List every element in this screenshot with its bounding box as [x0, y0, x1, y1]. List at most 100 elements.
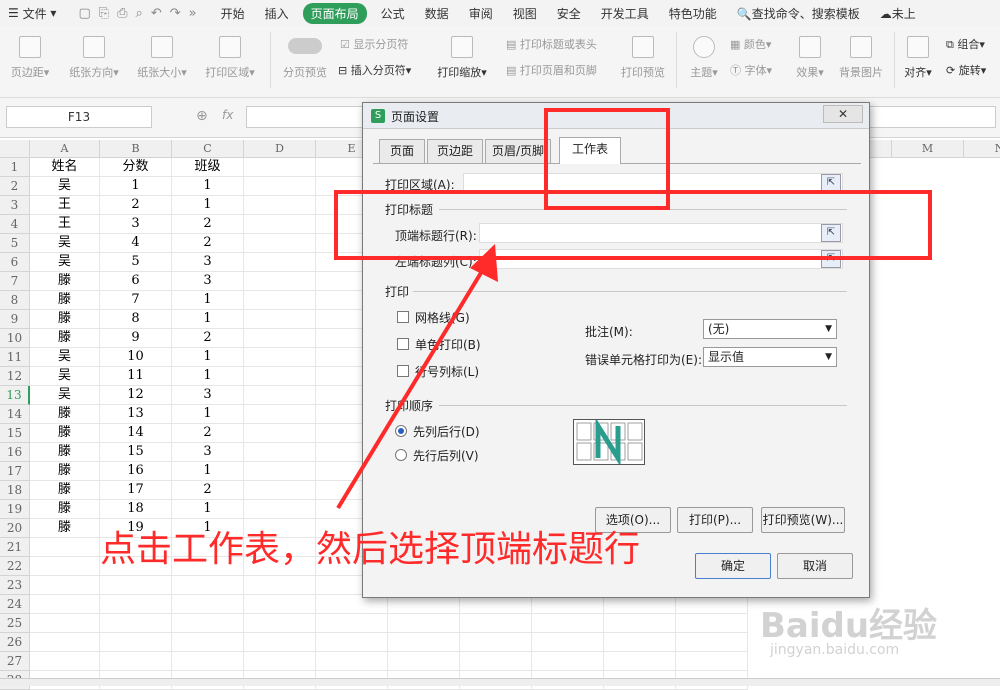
table-cell[interactable]	[100, 633, 172, 652]
table-cell[interactable]	[30, 557, 100, 576]
row-header[interactable]: 4	[0, 215, 30, 234]
column-header[interactable]: N	[964, 140, 1000, 158]
table-cell[interactable]: 14	[100, 424, 172, 443]
table-cell[interactable]: 1	[172, 348, 244, 367]
table-cell[interactable]	[244, 443, 316, 462]
table-cell[interactable]	[532, 652, 604, 671]
insert-page-break-button[interactable]: ⊟ 插入分页符▾	[338, 62, 411, 78]
preview-icon[interactable]: ⌕	[136, 6, 143, 21]
table-cell[interactable]: 滕	[30, 443, 100, 462]
table-cell[interactable]: 1	[172, 405, 244, 424]
table-cell[interactable]	[244, 614, 316, 633]
table-cell[interactable]	[30, 538, 100, 557]
table-cell[interactable]	[244, 272, 316, 291]
table-cell[interactable]	[532, 614, 604, 633]
table-cell[interactable]: 7	[100, 291, 172, 310]
table-cell[interactable]	[30, 614, 100, 633]
table-cell[interactable]	[460, 614, 532, 633]
table-cell[interactable]: 班级	[172, 158, 244, 177]
table-cell[interactable]	[244, 652, 316, 671]
table-cell[interactable]: 17	[100, 481, 172, 500]
table-cell[interactable]: 2	[100, 196, 172, 215]
table-cell[interactable]: 8	[100, 310, 172, 329]
table-cell[interactable]: 1	[172, 500, 244, 519]
table-cell[interactable]	[244, 348, 316, 367]
table-cell[interactable]: 吴	[30, 367, 100, 386]
table-cell[interactable]	[532, 633, 604, 652]
tab-margins[interactable]: 页边距	[427, 139, 483, 163]
table-cell[interactable]: 11	[100, 367, 172, 386]
row-header[interactable]: 27	[0, 652, 30, 671]
table-cell[interactable]	[244, 576, 316, 595]
more-icon[interactable]: »	[189, 6, 197, 21]
column-header[interactable]: A	[30, 140, 100, 158]
table-cell[interactable]: 1	[172, 196, 244, 215]
table-cell[interactable]	[172, 576, 244, 595]
row-header[interactable]: 9	[0, 310, 30, 329]
menu-formulas[interactable]: 公式	[371, 5, 415, 22]
colors-button[interactable]: ▦ 颜色▾	[730, 36, 771, 52]
table-cell[interactable]: 滕	[30, 481, 100, 500]
table-cell[interactable]: 姓名	[30, 158, 100, 177]
menu-developer[interactable]: 开发工具	[591, 5, 659, 22]
menu-data[interactable]: 数据	[415, 5, 459, 22]
name-box[interactable]: F13	[6, 106, 152, 128]
row-header[interactable]: 18	[0, 481, 30, 500]
print-header-footer-button[interactable]: ▤ 打印页眉和页脚	[506, 62, 597, 78]
table-cell[interactable]: 1	[172, 291, 244, 310]
row-header[interactable]: 20	[0, 519, 30, 538]
export-icon[interactable]: ⎘	[99, 6, 109, 21]
print-preview-button[interactable]: 打印预览(W)...	[761, 507, 845, 533]
table-cell[interactable]	[604, 652, 676, 671]
table-cell[interactable]: 滕	[30, 291, 100, 310]
table-cell[interactable]: 3	[172, 386, 244, 405]
table-cell[interactable]	[676, 652, 748, 671]
table-cell[interactable]: 5	[100, 253, 172, 272]
row-header[interactable]: 22	[0, 557, 30, 576]
undo-icon[interactable]: ↶	[151, 6, 162, 21]
table-cell[interactable]: 王	[30, 196, 100, 215]
table-cell[interactable]	[244, 177, 316, 196]
table-cell[interactable]: 3	[100, 215, 172, 234]
table-cell[interactable]: 滕	[30, 310, 100, 329]
menu-insert[interactable]: 插入	[255, 5, 299, 22]
row-header[interactable]: 13	[0, 386, 30, 405]
table-cell[interactable]: 9	[100, 329, 172, 348]
table-cell[interactable]	[316, 614, 388, 633]
table-cell[interactable]	[172, 614, 244, 633]
select-all-corner[interactable]	[0, 140, 30, 158]
group-button[interactable]: ⧉ 组合▾	[946, 36, 985, 52]
table-cell[interactable]	[30, 633, 100, 652]
table-cell[interactable]: 2	[172, 234, 244, 253]
table-cell[interactable]	[172, 652, 244, 671]
column-header[interactable]: C	[172, 140, 244, 158]
table-cell[interactable]: 滕	[30, 500, 100, 519]
align-button[interactable]: 对齐▾	[900, 36, 936, 80]
table-cell[interactable]: 1	[172, 367, 244, 386]
column-header[interactable]: D	[244, 140, 316, 158]
table-cell[interactable]: 滕	[30, 424, 100, 443]
row-header[interactable]: 5	[0, 234, 30, 253]
file-menu[interactable]: ☰ 文件 ▾	[0, 5, 64, 22]
search-command[interactable]: 🔍查找命令、搜索模板	[727, 5, 870, 22]
rotate-button[interactable]: ⟳ 旋转▾	[946, 62, 986, 78]
table-cell[interactable]	[30, 595, 100, 614]
table-cell[interactable]	[100, 614, 172, 633]
table-cell[interactable]: 15	[100, 443, 172, 462]
cloud-status[interactable]: ☁未上	[870, 5, 926, 22]
table-cell[interactable]	[244, 462, 316, 481]
show-page-breaks-check[interactable]: ☑ 显示分页符	[340, 36, 408, 52]
row-header[interactable]: 3	[0, 196, 30, 215]
print-icon[interactable]: ⎙	[117, 6, 127, 21]
table-cell[interactable]: 1	[172, 462, 244, 481]
table-cell[interactable]	[244, 386, 316, 405]
redo-icon[interactable]: ↷	[170, 6, 181, 21]
table-cell[interactable]: 王	[30, 215, 100, 234]
table-cell[interactable]	[244, 196, 316, 215]
table-cell[interactable]: 3	[172, 272, 244, 291]
fonts-button[interactable]: Ⓣ 字体▾	[730, 62, 772, 78]
paper-size-button[interactable]: 纸张大小▾	[132, 36, 192, 80]
comments-select[interactable]: (无) ▼	[703, 319, 837, 339]
table-cell[interactable]	[30, 652, 100, 671]
table-cell[interactable]	[676, 633, 748, 652]
